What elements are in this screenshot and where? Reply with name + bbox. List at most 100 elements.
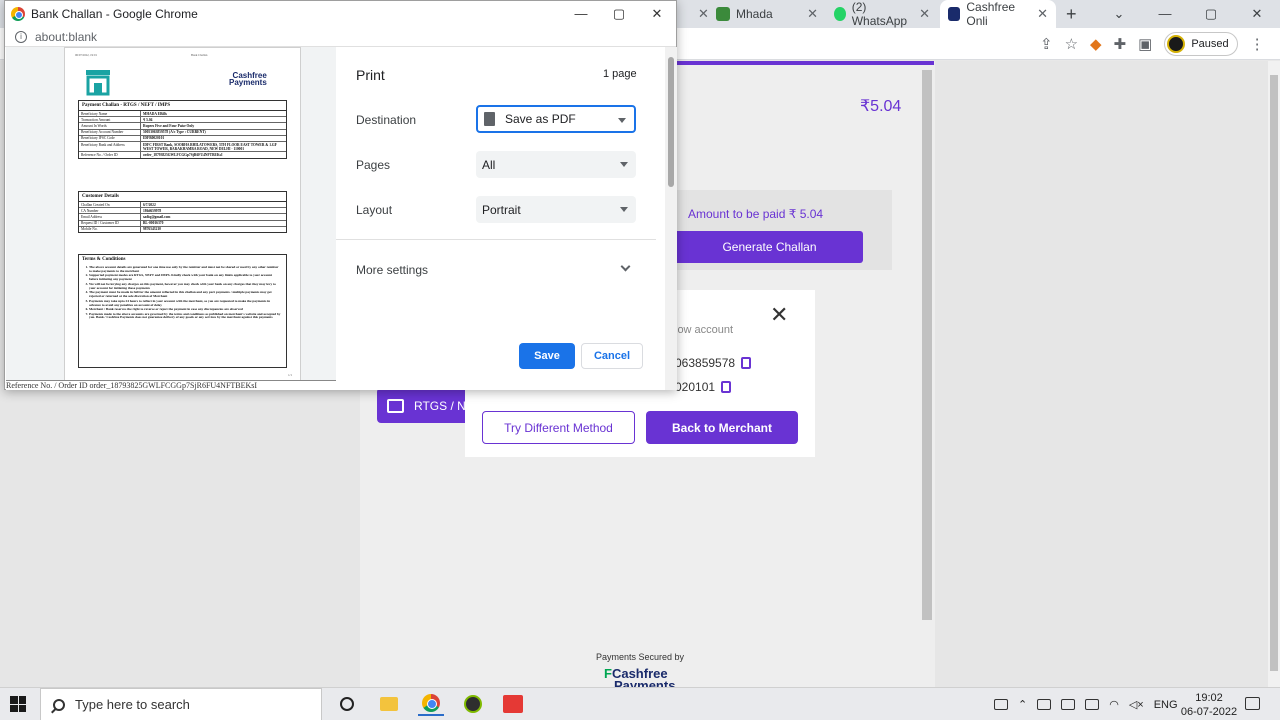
- try-different-method-button[interactable]: Try Different Method: [482, 411, 635, 444]
- row-value: MHADA EBills: [143, 111, 167, 116]
- scrollbar-thumb[interactable]: [1270, 75, 1278, 671]
- terms-box: Terms & Conditions The above account det…: [78, 254, 287, 368]
- onedrive-icon[interactable]: [1061, 699, 1076, 710]
- new-tab-icon[interactable]: +: [1066, 4, 1077, 25]
- destination-value: Save as PDF: [505, 112, 576, 126]
- metamask-icon[interactable]: ◆: [1090, 35, 1102, 53]
- list-item: Payments made to the above accounts are …: [89, 312, 282, 321]
- print-settings-panel: Print 1 page Destination Save as PDF Pag…: [336, 47, 677, 390]
- system-clock[interactable]: 19:02 06-07-2022: [1180, 691, 1238, 719]
- pages-label: Pages: [356, 158, 391, 172]
- tab-search-icon[interactable]: ⌄: [1096, 0, 1142, 28]
- snipping-tool-icon: [464, 695, 482, 713]
- page-scrollbar[interactable]: [1268, 61, 1280, 687]
- page-number: 1/1: [288, 373, 292, 377]
- bank-icon: [86, 70, 110, 96]
- back-to-merchant-button[interactable]: Back to Merchant: [646, 411, 798, 444]
- task-view-button[interactable]: [334, 692, 360, 716]
- copy-icon[interactable]: [741, 357, 752, 369]
- task-view-icon: [340, 697, 354, 711]
- dropdown-arrow-icon: [618, 118, 626, 123]
- print-dialog-window: Bank Challan - Google Chrome — ▢ ✕ i abo…: [4, 0, 677, 390]
- window-controls: — ▢ ✕: [562, 1, 676, 27]
- touch-keyboard-icon[interactable]: [994, 699, 1008, 710]
- anydesk-icon: [503, 695, 523, 713]
- anydesk-button[interactable]: [500, 692, 526, 716]
- bank-transfer-icon: [387, 398, 404, 413]
- document-icon: [484, 112, 495, 126]
- minimize-icon[interactable]: —: [1142, 0, 1188, 28]
- file-explorer-button[interactable]: [376, 692, 402, 716]
- windows-start-icon[interactable]: [10, 696, 26, 712]
- account-number-row: 063859578: [675, 356, 752, 370]
- row-key: Email Address: [79, 214, 141, 220]
- generate-challan-button[interactable]: Generate Challan: [676, 231, 863, 263]
- row-value: sadiq@gmail.com: [143, 214, 171, 219]
- scrollbar-thumb[interactable]: [668, 57, 674, 187]
- snipping-tool-button[interactable]: [460, 692, 486, 716]
- menu-icon[interactable]: ⋮: [1250, 35, 1265, 53]
- close-icon[interactable]: ✕: [1234, 0, 1280, 28]
- maximize-icon[interactable]: ▢: [1188, 0, 1234, 28]
- more-settings-toggle[interactable]: More settings: [356, 263, 428, 277]
- close-icon[interactable]: ✕: [638, 1, 676, 27]
- info-icon[interactable]: i: [15, 30, 27, 43]
- chrome-icon: [422, 694, 440, 712]
- row-value: Rupees Five and Four Paise Only: [143, 123, 195, 128]
- cancel-button[interactable]: Cancel: [581, 343, 643, 369]
- inner-scrollbar[interactable]: [922, 70, 932, 620]
- wifi-icon[interactable]: ◠: [1109, 698, 1119, 711]
- taskbar-search[interactable]: Type here to search: [40, 688, 322, 720]
- tab-cashfree[interactable]: Cashfree Onli ✕: [940, 0, 1056, 28]
- close-icon[interactable]: ✕: [770, 304, 788, 326]
- preview-header-date: 06/07/2022, 19:01: [75, 53, 98, 57]
- extensions-icon[interactable]: ✚: [1114, 35, 1127, 53]
- url-text: about:blank: [35, 29, 98, 44]
- tab-whatsapp[interactable]: (2) WhatsApp ✕: [826, 0, 938, 28]
- row-key: Beneficiary IFSC Code: [79, 135, 141, 142]
- profile-button[interactable]: Paused: [1164, 32, 1238, 56]
- close-icon[interactable]: ✕: [1037, 6, 1048, 22]
- profile-status: Paused: [1191, 38, 1229, 50]
- ifsc-code: 020101: [675, 380, 716, 394]
- side-panel-icon[interactable]: ▣: [1138, 35, 1152, 53]
- save-button[interactable]: Save: [519, 343, 575, 369]
- layout-select[interactable]: Portrait: [476, 196, 636, 223]
- table-row: Mobile No. 9876543210: [79, 226, 286, 233]
- challan-rows: Beneficiary Name MHADA EBills Transaction…: [79, 111, 286, 158]
- pages-select[interactable]: All: [476, 151, 636, 178]
- minimize-icon[interactable]: —: [562, 1, 600, 27]
- row-key: Reference No. / Order ID: [79, 152, 141, 158]
- settings-scrollbar[interactable]: [665, 47, 677, 390]
- page-count: 1 page: [603, 68, 637, 80]
- battery-icon[interactable]: [1085, 699, 1100, 710]
- tab-mhada[interactable]: Mhada ✕: [708, 0, 826, 28]
- chevron-up-icon[interactable]: ⌃: [1018, 698, 1027, 711]
- terms-title: Terms & Conditions: [82, 257, 126, 262]
- pages-value: All: [482, 157, 496, 172]
- close-icon[interactable]: ✕: [807, 6, 818, 22]
- dropdown-arrow-icon: [620, 207, 628, 212]
- row-key: Beneficiary Name: [79, 111, 141, 117]
- chrome-taskbar-button[interactable]: [418, 692, 444, 716]
- dropdown-arrow-icon: [620, 162, 628, 167]
- bookmark-star-icon[interactable]: ☆: [1065, 35, 1078, 53]
- meet-now-icon[interactable]: [1037, 699, 1052, 710]
- address-bar[interactable]: i about:blank: [5, 27, 676, 47]
- clock-date: 06-07-2022: [1180, 706, 1238, 718]
- volume-icon[interactable]: ◁×: [1129, 698, 1144, 711]
- account-number: 063859578: [675, 356, 736, 370]
- list-item: The payment must be made in full for the…: [89, 290, 282, 299]
- destination-select[interactable]: Save as PDF: [476, 105, 636, 133]
- table-row: Beneficiary Bank and Address IDFC FIRST B…: [79, 142, 286, 153]
- language-indicator[interactable]: ENG: [1154, 699, 1178, 711]
- notification-icon[interactable]: [1245, 697, 1260, 710]
- maximize-icon[interactable]: ▢: [600, 1, 638, 27]
- chevron-down-icon[interactable]: [620, 261, 631, 272]
- copy-icon[interactable]: [721, 381, 732, 393]
- rtgs-neft-option[interactable]: RTGS / NE: [377, 388, 477, 423]
- close-icon[interactable]: ✕: [919, 6, 930, 22]
- row-value: IDFB0020101: [143, 136, 165, 141]
- share-icon[interactable]: ⇪: [1040, 35, 1053, 53]
- search-placeholder: Type here to search: [75, 697, 190, 712]
